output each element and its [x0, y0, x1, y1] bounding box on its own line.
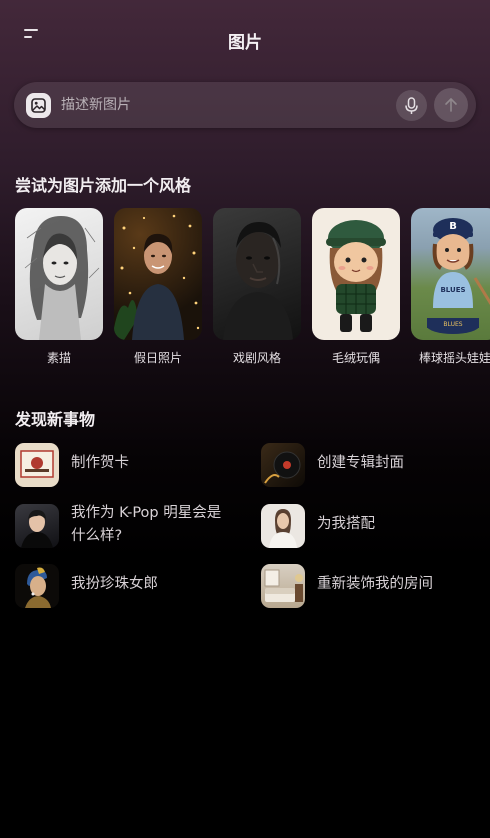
style-card-dramatic[interactable]: 戏剧风格: [213, 208, 301, 366]
holiday-photo-style-thumbnail: [114, 208, 202, 340]
discover-item-label-line: 什么样?: [71, 528, 123, 544]
style-card-sketch[interactable]: 素描: [15, 208, 103, 366]
style-label: 棒球摇头娃娃: [418, 351, 490, 365]
discover-item-label: 为我搭配: [317, 516, 375, 532]
prompt-input[interactable]: [61, 93, 391, 117]
discover-item-label: 我扮珍珠女郎: [71, 576, 158, 592]
discover-item-style-me[interactable]: 为我搭配: [261, 502, 486, 548]
album-cover-thumbnail: [261, 443, 305, 487]
dramatic-style-thumbnail: [213, 208, 301, 340]
baseball-bobblehead-style-thumbnail: B BLUES BLUES: [411, 208, 490, 340]
discover-item-pearl-earring[interactable]: 我扮珍珠女郎: [15, 562, 240, 608]
discover-item-greeting-card[interactable]: 制作贺卡: [15, 441, 240, 487]
svg-text:BLUES: BLUES: [440, 286, 465, 294]
style-card-plush-doll[interactable]: 毛绒玩偶: [312, 208, 400, 366]
style-label: 素描: [46, 351, 71, 365]
svg-text:BLUES: BLUES: [443, 321, 462, 328]
greeting-card-thumbnail: [15, 443, 59, 487]
redecorate-room-thumbnail: [261, 564, 305, 608]
style-card-baseball-bobblehead[interactable]: B BLUES BLUES 棒球摇头娃娃: [411, 208, 490, 366]
kpop-star-thumbnail: [15, 504, 59, 548]
discover-item-redecorate-room[interactable]: 重新装饰我的房间: [261, 562, 486, 608]
svg-text:B: B: [449, 221, 457, 232]
discover-item-label: 我作为 K-Pop 明星会是 什么样?: [71, 502, 221, 548]
style-label: 假日照片: [133, 351, 182, 365]
plush-doll-style-thumbnail: [312, 208, 400, 340]
discover-item-label: 制作贺卡: [71, 455, 129, 471]
send-button[interactable]: [434, 88, 468, 122]
arrow-up-icon: [445, 98, 457, 112]
page-title: 图片: [228, 33, 262, 53]
style-carousel: 素描 假日照片 戏剧风格 毛绒玩偶 B BLUES BLUES 棒球摇头娃娃: [15, 208, 490, 370]
discover-item-label: 创建专辑封面: [317, 455, 404, 471]
style-me-thumbnail: [261, 504, 305, 548]
discover-item-album-cover[interactable]: 创建专辑封面: [261, 441, 486, 487]
discover-section-title: 发现新事物: [15, 410, 96, 429]
discover-item-label: 重新装饰我的房间: [317, 576, 433, 592]
sketch-style-thumbnail: [15, 208, 103, 340]
microphone-icon[interactable]: [396, 90, 427, 121]
pearl-earring-thumbnail: [15, 564, 59, 608]
style-label: 戏剧风格: [232, 351, 281, 365]
image-upload-icon[interactable]: [26, 93, 51, 118]
discover-item-label-line: 我作为 K-Pop 明星会是: [71, 505, 222, 521]
prompt-bar: [14, 82, 476, 128]
style-label: 毛绒玩偶: [331, 351, 380, 365]
header: 图片: [0, 0, 490, 78]
discover-item-kpop-star[interactable]: 我作为 K-Pop 明星会是 什么样?: [15, 502, 240, 548]
style-card-holiday-photo[interactable]: 假日照片: [114, 208, 202, 366]
styles-section-title: 尝试为图片添加一个风格: [15, 176, 192, 195]
